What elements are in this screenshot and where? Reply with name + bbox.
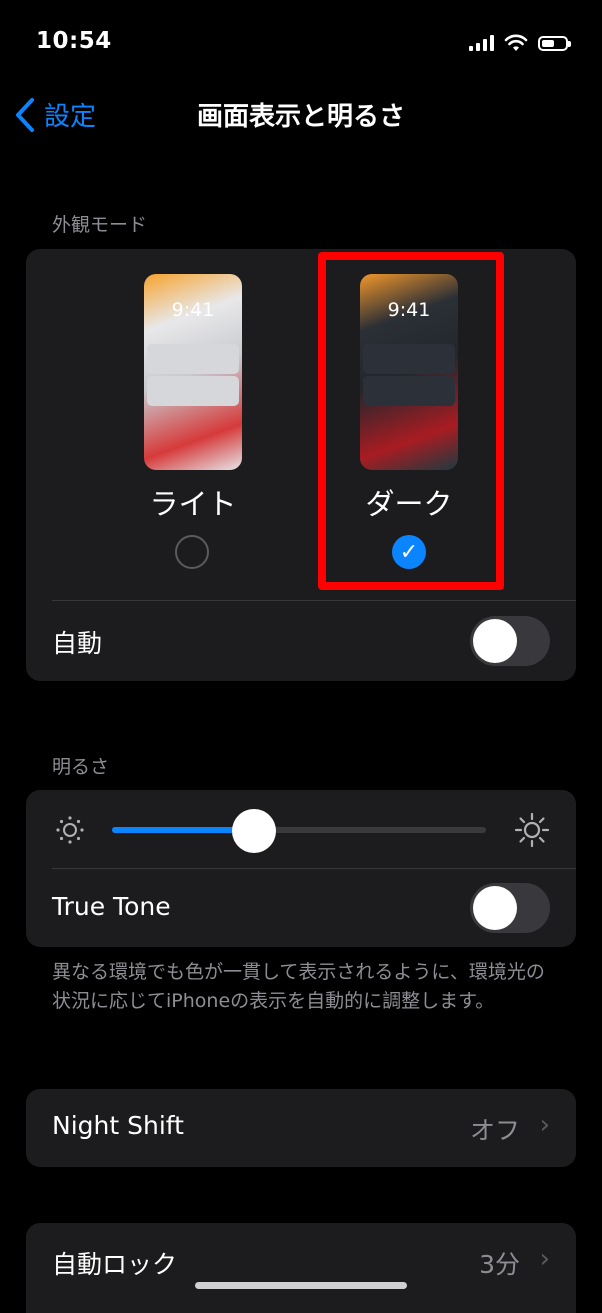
brightness-header: 明るさ bbox=[52, 756, 110, 778]
night-shift-row[interactable]: Night Shift オフ › bbox=[26, 1089, 576, 1167]
night-shift-label: Night Shift bbox=[52, 1111, 184, 1140]
battery-icon bbox=[538, 35, 571, 51]
chevron-right-icon: › bbox=[539, 1110, 550, 1140]
home-indicator bbox=[195, 1282, 407, 1289]
brightness-slider-thumb[interactable] bbox=[232, 809, 277, 853]
chevron-right-icon: › bbox=[539, 1244, 550, 1274]
light-mode-label: ライト bbox=[149, 487, 237, 521]
sun-small-icon bbox=[56, 816, 84, 844]
auto-lock-row[interactable]: 自動ロック 3分 › bbox=[26, 1223, 576, 1313]
chevron-left-icon bbox=[16, 97, 34, 132]
sun-large-icon bbox=[514, 812, 550, 848]
back-label: 設定 bbox=[44, 102, 97, 132]
true-tone-footnote: 異なる環境でも色が一貫して表示されるように、環境光の状況に応じてiPhoneの表… bbox=[52, 961, 545, 1012]
wifi-icon bbox=[504, 34, 528, 51]
true-tone-toggle[interactable] bbox=[470, 883, 550, 933]
light-mode-preview[interactable]: 9:41 bbox=[144, 274, 242, 470]
highlight-box bbox=[318, 252, 504, 590]
status-icons bbox=[469, 34, 571, 52]
auto-lock-value: 3分 bbox=[479, 1250, 520, 1279]
back-button[interactable]: 設定 bbox=[14, 96, 96, 133]
brightness-slider-track[interactable] bbox=[112, 827, 486, 833]
appearance-header: 外観モード bbox=[52, 214, 148, 236]
cellular-signal-icon bbox=[469, 35, 494, 51]
auto-toggle[interactable] bbox=[470, 616, 550, 666]
light-preview-time: 9:41 bbox=[171, 299, 215, 321]
true-tone-label: True Tone bbox=[52, 892, 171, 921]
auto-label: 自動 bbox=[52, 629, 103, 658]
auto-lock-label: 自動ロック bbox=[52, 1250, 178, 1279]
brightness-card: True Tone bbox=[26, 790, 576, 947]
status-time: 10:54 bbox=[36, 28, 112, 54]
light-mode-radio[interactable] bbox=[175, 535, 209, 569]
night-shift-value: オフ bbox=[469, 1116, 520, 1145]
